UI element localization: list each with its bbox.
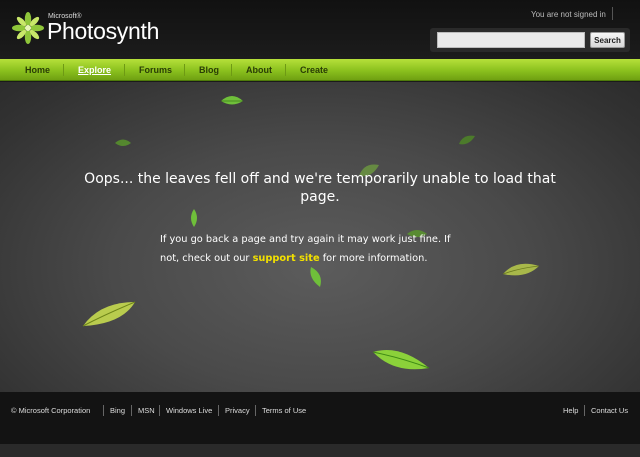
nav-divider (231, 64, 232, 76)
leaf-icon (82, 301, 136, 327)
nav-create[interactable]: Create (300, 65, 328, 75)
photosynth-logo[interactable]: Microsoft® Photosynth (10, 10, 160, 50)
nav-forums[interactable]: Forums (139, 65, 172, 75)
nav-divider (285, 64, 286, 76)
footer-divider (131, 405, 132, 416)
footer-divider (218, 405, 219, 416)
nav-explore[interactable]: Explore (78, 65, 111, 75)
footer: © Microsoft Corporation Bing MSN Windows… (0, 392, 640, 444)
leaf-icon (191, 209, 197, 227)
page-bottom-band (0, 444, 640, 457)
leaf-icon (115, 139, 131, 146)
error-headline: Oops... the leaves fell off and we're te… (84, 171, 556, 205)
main-nav: Home Explore Forums Blog About Create (0, 59, 640, 81)
footer-link-help[interactable]: Help (563, 406, 578, 415)
support-site-link[interactable]: support site (253, 253, 320, 264)
sign-in-status[interactable]: You are not signed in (531, 10, 606, 19)
nav-divider (124, 64, 125, 76)
search-bar: Search (430, 28, 630, 52)
nav-divider (63, 64, 64, 76)
nav-blog[interactable]: Blog (199, 65, 219, 75)
leaf-icon (372, 350, 430, 370)
footer-divider (159, 405, 160, 416)
footer-divider (584, 405, 585, 416)
leaf-icon (310, 267, 321, 287)
error-stage: Oops... the leaves fell off and we're te… (0, 82, 640, 392)
leaf-icon (459, 135, 475, 145)
error-message: If you go back a page and try again it m… (160, 230, 460, 268)
nav-about[interactable]: About (246, 65, 272, 75)
logo-wordmark: Photosynth (47, 18, 160, 44)
header-divider (612, 7, 613, 20)
footer-divider (103, 405, 104, 416)
leaf-icon (221, 96, 243, 105)
footer-link-contact[interactable]: Contact Us (591, 406, 628, 415)
header: Microsoft® Photosynth You are not signed… (0, 0, 640, 59)
footer-link-windows-live[interactable]: Windows Live (166, 406, 212, 415)
footer-link-msn[interactable]: MSN (138, 406, 155, 415)
footer-link-bing[interactable]: Bing (110, 406, 125, 415)
photosynth-leaf-logo-icon (12, 12, 44, 44)
footer-link-privacy[interactable]: Privacy (225, 406, 250, 415)
leaf-icon (502, 263, 540, 276)
footer-link-terms[interactable]: Terms of Use (262, 406, 306, 415)
footer-copyright: © Microsoft Corporation (11, 406, 91, 415)
search-input[interactable] (437, 32, 585, 48)
footer-divider (255, 405, 256, 416)
nav-divider (184, 64, 185, 76)
nav-home[interactable]: Home (25, 65, 50, 75)
error-message-text-end: for more information. (319, 253, 428, 264)
search-button[interactable]: Search (590, 32, 625, 48)
